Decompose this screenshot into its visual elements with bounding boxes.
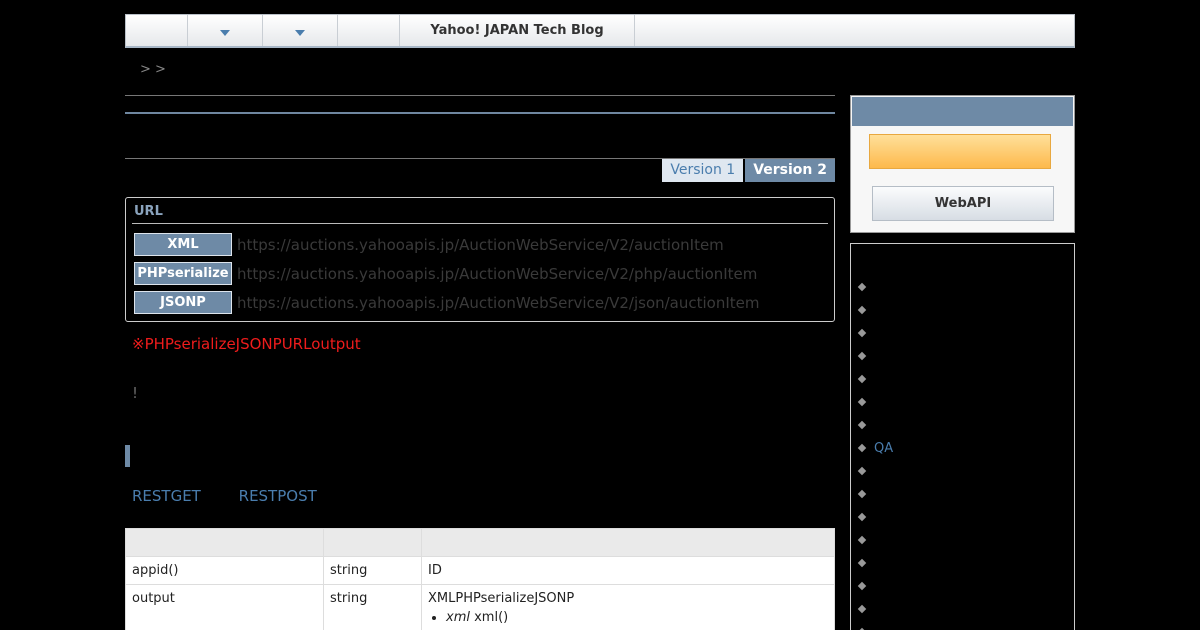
sidebar-nav-item[interactable] — [857, 507, 874, 527]
nav-dropdown-2[interactable] — [263, 15, 338, 46]
title-underline — [125, 112, 835, 114]
diamond-bullet-icon — [857, 581, 867, 591]
list-item: xml xml() — [446, 610, 828, 625]
diamond-bullet-icon — [857, 558, 867, 568]
nav-tab-tech-blog[interactable]: Yahoo! JAPAN Tech Blog — [400, 15, 635, 46]
sidebar-nav-item[interactable] — [857, 323, 874, 343]
column-header — [125, 528, 324, 557]
top-navigation: Yahoo! JAPAN Tech Blog — [125, 14, 1075, 48]
param-name: output — [125, 584, 324, 630]
sidebar-nav-item[interactable] — [857, 576, 874, 596]
url-label: URL — [134, 204, 163, 219]
sidebar-nav-item[interactable] — [857, 300, 874, 320]
param-desc: ID — [421, 556, 835, 585]
param-type: string — [323, 584, 422, 630]
param-desc-cell: XMLPHPserializeJSONP xml xml() — [421, 584, 835, 630]
diamond-bullet-icon — [857, 282, 867, 292]
url-value: https://auctions.yahooapis.jp/AuctionWeb… — [237, 264, 758, 283]
breadcrumb: > > — [140, 62, 166, 77]
diamond-bullet-icon — [857, 397, 867, 407]
chevron-down-icon — [220, 29, 230, 36]
sidebar-nav-item[interactable] — [857, 599, 874, 619]
diamond-bullet-icon — [857, 351, 867, 361]
column-header — [421, 528, 835, 557]
output-note: ※PHPserializeJSONPURLoutput — [132, 335, 361, 353]
sidebar-nav-item[interactable] — [857, 622, 874, 630]
diamond-bullet-icon — [857, 305, 867, 315]
diamond-bullet-icon — [857, 604, 867, 614]
column-header — [323, 528, 422, 557]
option-label: xml() — [469, 610, 509, 625]
diamond-bullet-icon — [857, 512, 867, 522]
sidebar-nav-item[interactable] — [857, 346, 874, 366]
format-badge: XML — [134, 233, 232, 256]
table-row: output string XMLPHPserializeJSONP xml x… — [125, 584, 835, 630]
sidebar-nav-item[interactable] — [857, 369, 874, 389]
rest-post-link[interactable]: RESTPOST — [239, 487, 317, 505]
url-row-xml: XML https://auctions.yahooapis.jp/Auctio… — [134, 233, 724, 256]
sidebar-nav-item[interactable] — [857, 484, 874, 504]
method-links: RESTGET RESTPOST — [132, 487, 350, 505]
nav-tab-4[interactable] — [338, 15, 400, 46]
diamond-bullet-icon — [857, 374, 867, 384]
url-value: https://auctions.yahooapis.jp/AuctionWeb… — [237, 235, 724, 254]
diamond-bullet-icon — [857, 489, 867, 499]
url-row-jsonp: JSONP https://auctions.yahooapis.jp/Auct… — [134, 291, 760, 314]
param-name: appid() — [125, 556, 324, 585]
option-list: xml xml() — [446, 610, 828, 625]
table-header-row — [125, 528, 835, 557]
option-code: xml — [446, 610, 470, 625]
sidebar-nav-item[interactable] — [857, 461, 874, 481]
param-desc: XMLPHPserializeJSONP — [428, 591, 575, 606]
sidebar-nav: QA — [850, 243, 1075, 630]
section-heading-bar — [125, 445, 130, 467]
url-value: https://auctions.yahooapis.jp/AuctionWeb… — [237, 293, 760, 312]
sidebar-nav-item[interactable] — [857, 553, 874, 573]
sidebar-nav-item[interactable] — [857, 277, 874, 297]
url-row-phpserialize: PHPserialize https://auctions.yahooapis.… — [134, 262, 757, 285]
primary-action-button[interactable] — [869, 134, 1051, 169]
webapi-button[interactable]: WebAPI — [872, 186, 1054, 221]
sidebar-nav-item[interactable] — [857, 530, 874, 550]
sidebar-nav-item[interactable]: QA — [857, 438, 894, 458]
nav-dropdown-1[interactable] — [188, 15, 263, 46]
table-row: appid() string ID — [125, 556, 835, 585]
divider — [125, 95, 835, 96]
format-badge: PHPserialize — [134, 262, 232, 285]
divider — [132, 223, 828, 224]
diamond-bullet-icon — [857, 328, 867, 338]
sidebar-box-header — [852, 97, 1073, 126]
sidebar-nav-item[interactable] — [857, 392, 874, 412]
diamond-bullet-icon — [857, 420, 867, 430]
notice-text: ! — [132, 384, 139, 402]
diamond-bullet-icon — [857, 535, 867, 545]
param-type: string — [323, 556, 422, 585]
request-url-box: URL XML https://auctions.yahooapis.jp/Au… — [125, 197, 835, 322]
rest-get-link[interactable]: RESTGET — [132, 487, 201, 505]
version-tabs: Version 1 Version 2 — [662, 159, 835, 182]
diamond-bullet-icon — [857, 466, 867, 476]
sidebar-box: WebAPI — [850, 95, 1075, 233]
version-1-tab[interactable]: Version 1 — [662, 159, 744, 182]
format-badge: JSONP — [134, 291, 232, 314]
sidebar-nav-label: QA — [874, 440, 894, 456]
parameters-table: appid() string ID output string XMLPHPse… — [125, 528, 835, 630]
chevron-down-icon — [295, 29, 305, 36]
nav-tab-home[interactable] — [126, 15, 188, 46]
sidebar-nav-item[interactable] — [857, 415, 874, 435]
diamond-bullet-icon — [857, 443, 867, 453]
version-2-tab[interactable]: Version 2 — [745, 159, 835, 182]
